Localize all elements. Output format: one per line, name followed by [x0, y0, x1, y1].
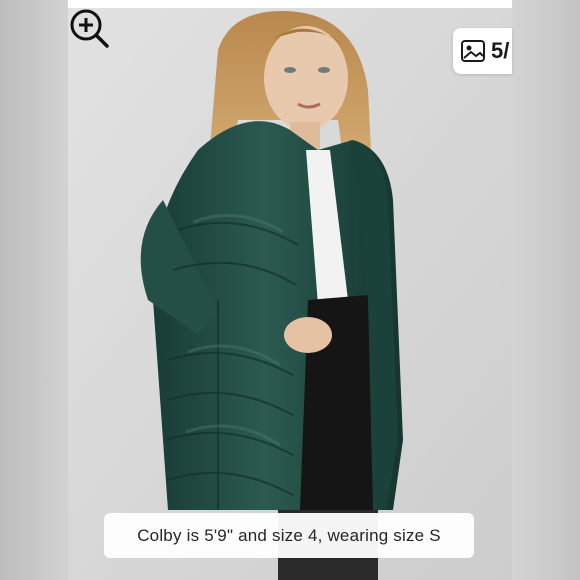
image-caption: Colby is 5'9" and size 4, wearing size S	[104, 513, 474, 558]
gallery-counter-badge[interactable]: 5/	[453, 28, 512, 74]
zoom-in-button[interactable]	[68, 8, 112, 52]
gallery-counter-text: 5/	[491, 38, 510, 63]
image-gallery-icon	[461, 40, 485, 62]
top-edge-strip	[68, 0, 512, 8]
blurred-background-right	[512, 0, 580, 580]
product-photo[interactable]	[68, 0, 512, 580]
zoom-in-icon	[70, 9, 109, 48]
model-in-green-puffer-coat-illustration	[68, 0, 512, 580]
blurred-background-left	[0, 0, 68, 580]
